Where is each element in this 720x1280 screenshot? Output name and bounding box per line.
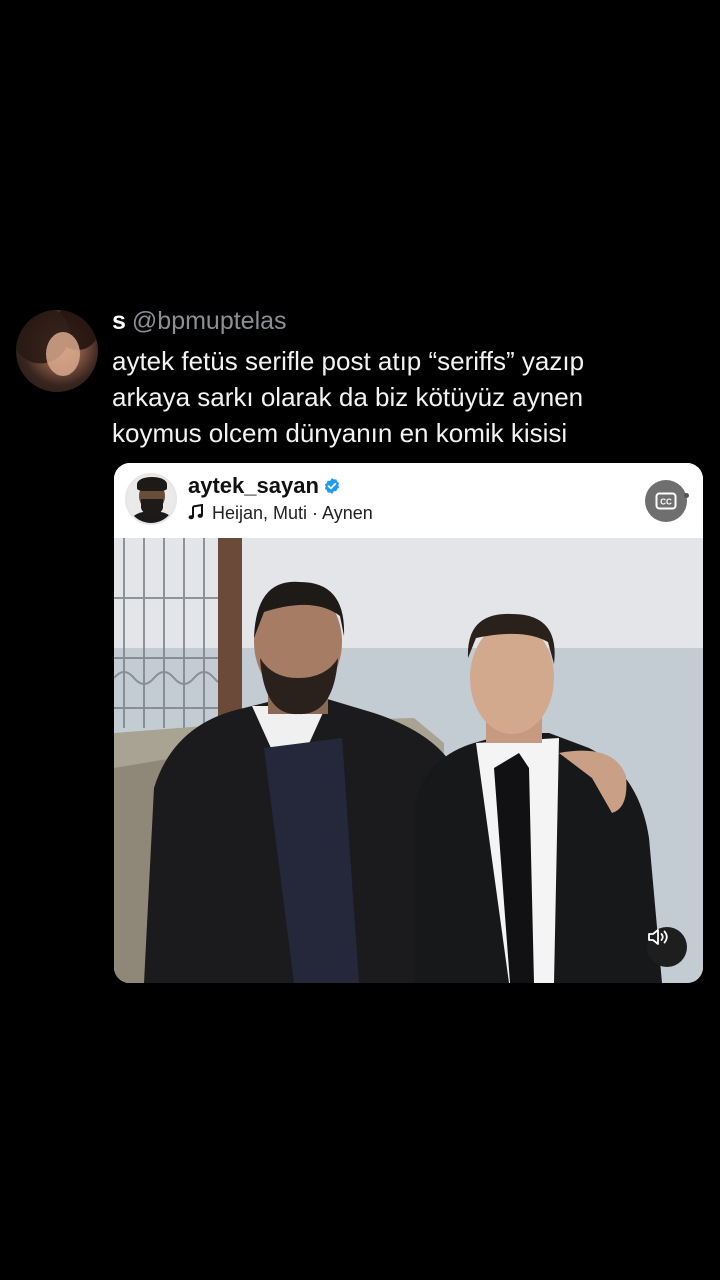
music-info[interactable]: Heijan, Muti · Aynen — [188, 501, 373, 525]
tweet-text-line: koymus olcem dünyanın en komik kisisi — [112, 418, 568, 448]
post-photo[interactable] — [114, 538, 703, 983]
sound-toggle-button[interactable] — [647, 927, 687, 967]
captions-button[interactable]: CC — [645, 480, 687, 522]
speaker-icon — [648, 929, 668, 945]
music-note-icon — [188, 504, 203, 520]
tweet-text-line: arkaya sarkı olarak da biz kötüyüz aynen — [112, 382, 584, 412]
music-label: Heijan, Muti · Aynen — [212, 503, 373, 523]
captions-indicator — [684, 493, 689, 498]
embedded-post-card[interactable]: aytek_sayan Heijan, Muti · Aynen CC — [114, 463, 703, 983]
tweet-text: aytek fetüs serifle post atıp “seriffs” … — [112, 343, 702, 451]
embedded-username[interactable]: aytek_sayan — [188, 473, 319, 498]
photo-illustration — [114, 538, 703, 983]
avatar-face — [46, 332, 80, 376]
verified-badge-icon — [324, 478, 339, 494]
embedded-post-header: aytek_sayan Heijan, Muti · Aynen CC — [114, 463, 703, 538]
author-name[interactable]: s — [112, 307, 126, 335]
author-handle[interactable]: @bpmuptelas — [132, 307, 287, 335]
author-avatar[interactable] — [16, 310, 98, 392]
tweet-text-line: aytek fetüs serifle post atıp “seriffs” … — [112, 346, 585, 376]
embedded-user-avatar[interactable] — [125, 473, 177, 525]
tweet-header: s @bpmuptelas — [112, 306, 287, 336]
cc-icon: CC — [655, 492, 677, 510]
embedded-username-row: aytek_sayan — [188, 473, 341, 499]
svg-text:CC: CC — [660, 498, 672, 507]
